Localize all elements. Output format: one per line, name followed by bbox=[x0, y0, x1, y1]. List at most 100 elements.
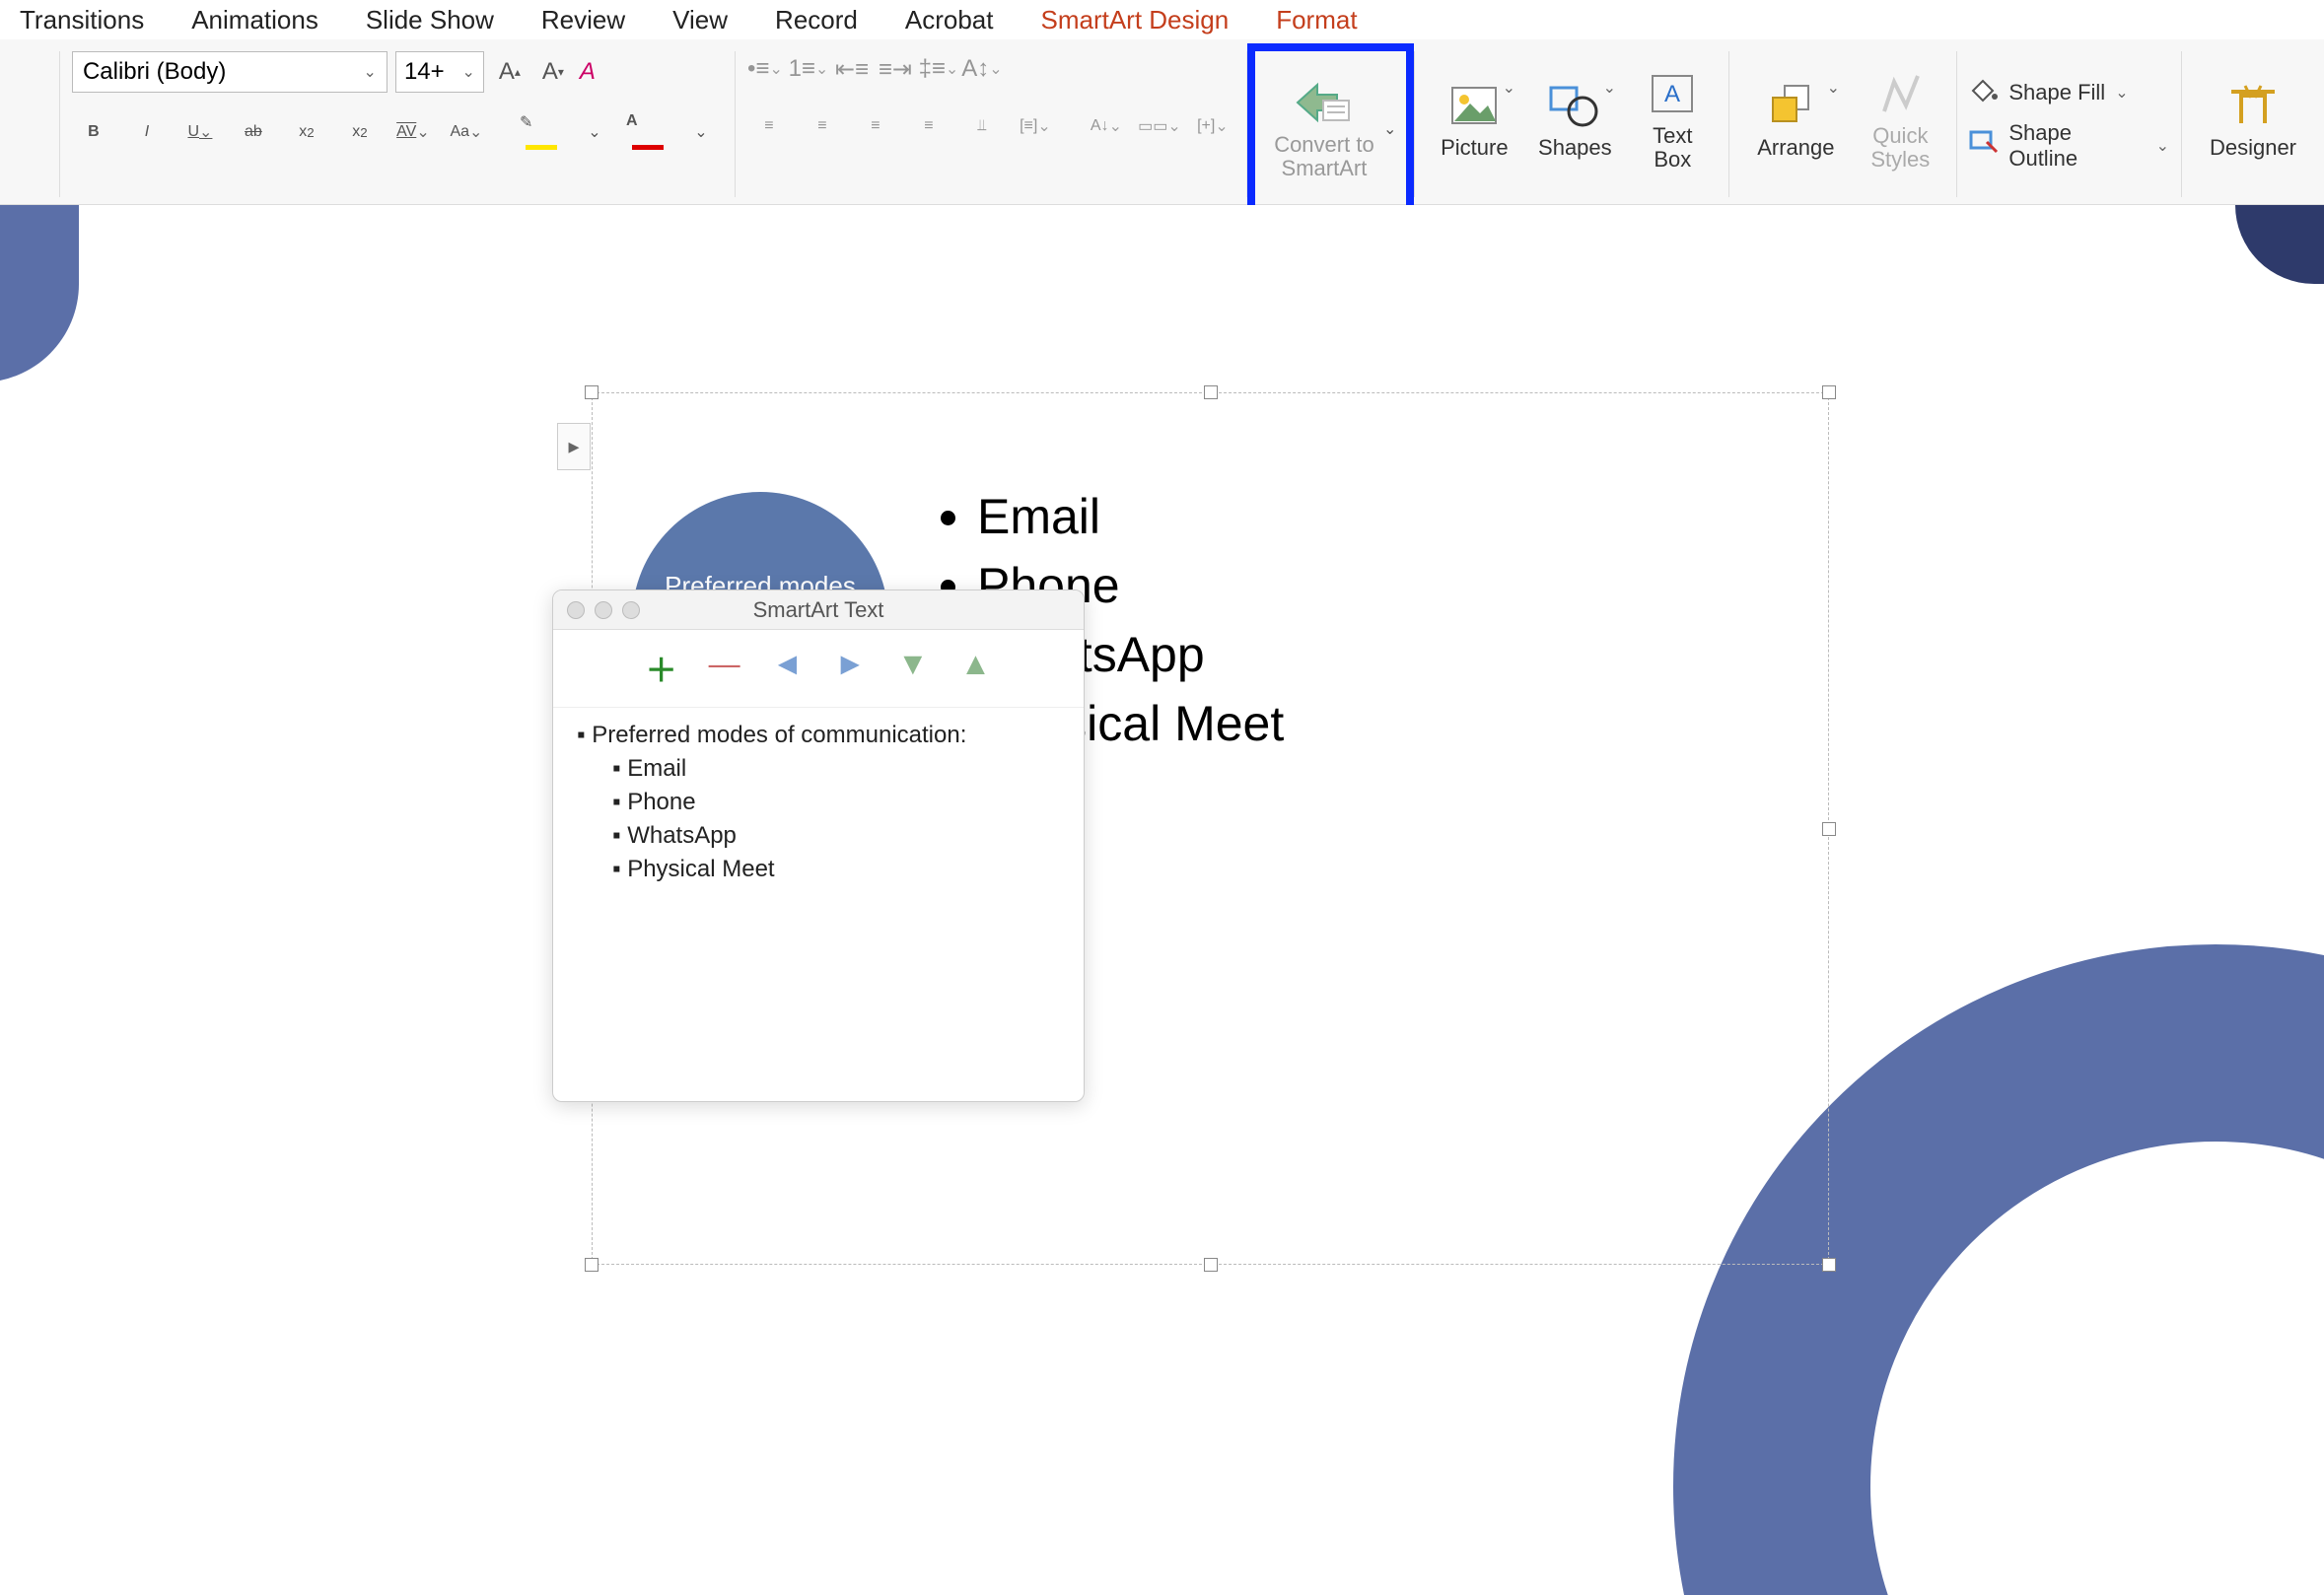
align-text-vertical-button[interactable]: [≡]⌄ bbox=[1014, 106, 1057, 146]
font-color-dropdown[interactable]: ⌄ bbox=[679, 112, 723, 152]
font-family-select[interactable]: Calibri (Body)⌄ bbox=[72, 51, 387, 93]
align-center-button[interactable]: ≡ bbox=[801, 106, 844, 146]
remove-item-button[interactable]: — bbox=[709, 646, 740, 691]
convert-to-smartart-highlight: Convert toSmartArt ⌄ bbox=[1247, 43, 1414, 215]
increase-font-size-button[interactable]: A▴ bbox=[492, 54, 528, 90]
text-box-button[interactable]: A TextBox bbox=[1628, 51, 1717, 189]
pane-root-item[interactable]: Preferred modes of communication: bbox=[577, 722, 1060, 749]
smartart-text-pane[interactable]: SmartArt Text ＋ — ◄ ► ▼ ▲ Preferred mode… bbox=[552, 589, 1085, 1102]
smartart-pane-titlebar[interactable]: SmartArt Text bbox=[553, 590, 1084, 630]
bold-button[interactable]: B bbox=[72, 112, 115, 152]
shape-fill-button[interactable]: Shape Fill ⌄ bbox=[1969, 77, 2169, 108]
resize-handle-tc[interactable] bbox=[1204, 385, 1218, 399]
resize-handle-tl[interactable] bbox=[585, 385, 599, 399]
highlight-color-button[interactable]: ✎ bbox=[520, 112, 563, 152]
picture-icon bbox=[1444, 81, 1504, 130]
pane-sub-item[interactable]: WhatsApp bbox=[627, 822, 737, 849]
line-spacing-button[interactable]: ‡≡ ⌄ bbox=[921, 51, 956, 87]
chevron-down-icon: ⌄ bbox=[1603, 80, 1616, 98]
pane-sub-item[interactable]: Phone bbox=[627, 789, 695, 815]
insert-object-button[interactable]: [+] ⌄ bbox=[1191, 106, 1234, 146]
ribbon-group-font: Calibri (Body)⌄ 14+⌄ A▴ A▾ A⃠ B I U ⌄ ab… bbox=[60, 51, 736, 197]
tab-view[interactable]: View bbox=[672, 5, 728, 35]
add-item-button[interactable]: ＋ bbox=[646, 646, 677, 691]
italic-button[interactable]: I bbox=[125, 112, 169, 152]
distributed-button[interactable]: ⫫ bbox=[960, 106, 1004, 146]
tab-animations[interactable]: Animations bbox=[191, 5, 318, 35]
paint-bucket-icon bbox=[1969, 77, 1999, 108]
sort-button[interactable]: A↓ ⌄ bbox=[1085, 106, 1128, 146]
font-size-select[interactable]: 14+⌄ bbox=[395, 51, 484, 93]
text-pane-toggle-tab[interactable]: ▸ bbox=[557, 423, 591, 470]
shapes-button[interactable]: Shapes ⌄ bbox=[1527, 51, 1622, 189]
convert-to-smartart-dropdown[interactable]: ⌄ bbox=[1383, 119, 1396, 139]
chevron-down-icon: ⌄ bbox=[2115, 83, 2128, 103]
ribbon-group-designer: Designer bbox=[2182, 51, 2324, 197]
text-direction-button[interactable]: A↕ ⌄ bbox=[964, 51, 1000, 87]
shapes-icon bbox=[1545, 81, 1604, 130]
demote-right-button[interactable]: ► bbox=[834, 646, 866, 691]
smartart-icon bbox=[1295, 78, 1354, 127]
slide-canvas[interactable]: ▸ Preferred modes of communication: Emai… bbox=[0, 205, 2324, 1595]
change-case-button[interactable]: Aa ⌄ bbox=[445, 112, 488, 152]
arrange-button[interactable]: Arrange ⌄ bbox=[1741, 51, 1850, 189]
resize-handle-rc[interactable] bbox=[1822, 822, 1836, 836]
decrease-indent-button[interactable]: ⇤≡ bbox=[834, 51, 870, 87]
picture-button[interactable]: Picture ⌄ bbox=[1427, 51, 1521, 189]
pane-sub-item[interactable]: Email bbox=[627, 755, 686, 782]
textbox-icon: A bbox=[1643, 69, 1702, 118]
strikethrough-button[interactable]: ab bbox=[232, 112, 275, 152]
tab-transitions[interactable]: Transitions bbox=[20, 5, 144, 35]
minimize-dot[interactable] bbox=[595, 601, 612, 619]
character-spacing-button[interactable]: AV ⌄ bbox=[391, 112, 435, 152]
close-dot[interactable] bbox=[567, 601, 585, 619]
bullet-item[interactable]: Email bbox=[977, 482, 1284, 551]
tab-record[interactable]: Record bbox=[775, 5, 858, 35]
smartart-pane-body[interactable]: Preferred modes of communication: ▪ Emai… bbox=[553, 708, 1084, 897]
quick-styles-button[interactable]: QuickStyles bbox=[1856, 51, 1944, 189]
tab-format[interactable]: Format bbox=[1276, 5, 1357, 35]
tab-acrobat[interactable]: Acrobat bbox=[905, 5, 994, 35]
ribbon-group-insert: Picture ⌄ Shapes ⌄ A TextBox bbox=[1415, 51, 1729, 197]
bullets-button[interactable]: •≡ ⌄ bbox=[747, 51, 783, 87]
pen-icon: ✎ bbox=[520, 114, 532, 131]
resize-handle-bl[interactable] bbox=[585, 1258, 599, 1272]
justify-button[interactable]: ≡ bbox=[907, 106, 951, 146]
decorative-shape-tl bbox=[0, 205, 79, 382]
underline-button[interactable]: U ⌄ bbox=[178, 112, 222, 152]
outline-pen-icon bbox=[1969, 130, 1999, 162]
ribbon-group-paragraph: •≡ ⌄ 1≡ ⌄ ⇤≡ ≡⇥ ‡≡ ⌄ A↕ ⌄ ≡ ≡ ≡ ≡ ⫫ [≡]⌄… bbox=[736, 51, 1247, 197]
resize-handle-br[interactable] bbox=[1822, 1258, 1836, 1272]
subscript-button[interactable]: x2 bbox=[338, 112, 382, 152]
increase-indent-button[interactable]: ≡⇥ bbox=[878, 51, 913, 87]
tab-review[interactable]: Review bbox=[541, 5, 625, 35]
decorative-shape-tr bbox=[2235, 205, 2324, 284]
numbering-button[interactable]: 1≡ ⌄ bbox=[791, 51, 826, 87]
tab-smartart-design[interactable]: SmartArt Design bbox=[1040, 5, 1229, 35]
shape-outline-button[interactable]: Shape Outline ⌄ bbox=[1969, 120, 2169, 172]
decrease-font-size-button[interactable]: A▾ bbox=[535, 54, 571, 90]
resize-handle-tr[interactable] bbox=[1822, 385, 1836, 399]
quick-styles-icon bbox=[1870, 69, 1930, 118]
chevron-down-icon: ⌄ bbox=[1503, 80, 1515, 98]
resize-handle-bc[interactable] bbox=[1204, 1258, 1218, 1272]
ribbon-group-shape-format: Shape Fill ⌄ Shape Outline ⌄ bbox=[1957, 51, 2182, 197]
move-down-button[interactable]: ▼ bbox=[897, 646, 929, 691]
font-color-button[interactable]: A bbox=[626, 112, 669, 152]
convert-to-smartart-button[interactable]: Convert toSmartArt bbox=[1265, 60, 1383, 198]
svg-text:A: A bbox=[1664, 81, 1680, 107]
superscript-button[interactable]: x2 bbox=[285, 112, 328, 152]
arrange-icon bbox=[1766, 81, 1825, 130]
clear-formatting-button[interactable]: A⃠ bbox=[579, 54, 614, 90]
chevron-down-icon: ⌄ bbox=[1827, 80, 1840, 98]
move-up-button[interactable]: ▲ bbox=[960, 646, 992, 691]
highlight-dropdown[interactable]: ⌄ bbox=[573, 112, 616, 152]
designer-button[interactable]: Designer bbox=[2194, 51, 2312, 189]
align-right-button[interactable]: ≡ bbox=[854, 106, 897, 146]
zoom-dot[interactable] bbox=[622, 601, 640, 619]
align-left-button[interactable]: ≡ bbox=[747, 106, 791, 146]
pane-sub-item[interactable]: Physical Meet bbox=[627, 856, 774, 882]
columns-button[interactable]: ▭▭ ⌄ bbox=[1138, 106, 1181, 146]
tab-slideshow[interactable]: Slide Show bbox=[366, 5, 494, 35]
promote-left-button[interactable]: ◄ bbox=[772, 646, 804, 691]
